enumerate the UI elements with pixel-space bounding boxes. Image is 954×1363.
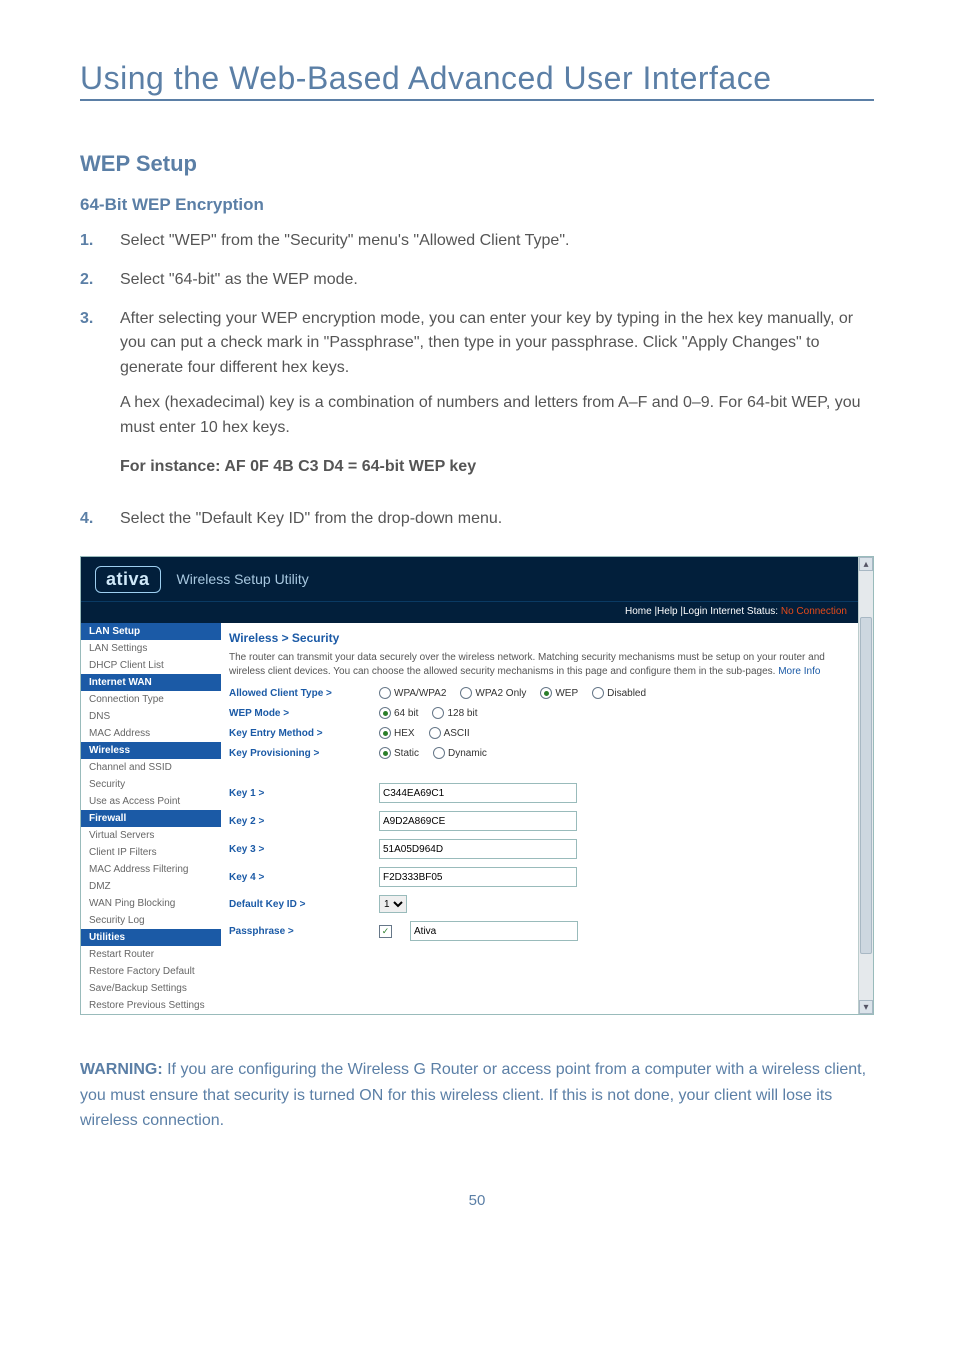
step-text: Select "64-bit" as the WEP mode. — [120, 268, 874, 293]
status-label: Internet Status: — [710, 606, 778, 617]
radio-wpa[interactable]: WPA/WPA2 — [379, 687, 446, 699]
radio-64bit[interactable]: 64 bit — [379, 707, 418, 719]
field-label: Key Entry Method > — [229, 728, 379, 739]
nav-item[interactable]: Restart Router — [81, 946, 221, 963]
scroll-thumb[interactable] — [860, 617, 872, 954]
step-text: Select "WEP" from the "Security" menu's … — [120, 229, 874, 254]
subsection-heading: 64-Bit WEP Encryption — [80, 195, 874, 215]
side-nav: LAN Setup LAN Settings DHCP Client List … — [81, 623, 221, 1014]
nav-item[interactable]: Connection Type — [81, 691, 221, 708]
router-header: ativa Wireless Setup Utility — [81, 557, 859, 601]
key4-input[interactable] — [379, 867, 577, 887]
nav-item[interactable]: MAC Address Filtering — [81, 861, 221, 878]
nav-item[interactable]: Restore Previous Settings — [81, 997, 221, 1014]
page-number: 50 — [80, 1192, 874, 1209]
field-label: Key Provisioning > — [229, 748, 379, 759]
scrollbar[interactable]: ▴ ▾ — [858, 557, 873, 1014]
radio-ascii[interactable]: ASCII — [429, 727, 470, 739]
nav-group: Wireless — [81, 742, 221, 759]
warning-paragraph: WARNING: If you are configuring the Wire… — [80, 1057, 874, 1134]
field-label: Key 3 > — [229, 844, 379, 855]
topbar-links[interactable]: Home |Help |Login — [625, 606, 707, 617]
radio-static[interactable]: Static — [379, 747, 419, 759]
step-number: 4. — [80, 507, 120, 532]
warning-text: If you are configuring the Wireless G Ro… — [80, 1061, 866, 1129]
nav-item[interactable]: DHCP Client List — [81, 657, 221, 674]
step-number: 2. — [80, 268, 120, 293]
field-label: WEP Mode > — [229, 708, 379, 719]
step-text: Select the "Default Key ID" from the dro… — [120, 507, 874, 532]
nav-item[interactable]: Virtual Servers — [81, 827, 221, 844]
nav-group: Firewall — [81, 810, 221, 827]
status-value: No Connection — [781, 606, 847, 617]
step-number: 1. — [80, 229, 120, 254]
default-key-select[interactable]: 1 — [379, 895, 407, 913]
top-subbar: Home |Help |Login Internet Status: No Co… — [81, 601, 859, 623]
field-label: Key 1 > — [229, 788, 379, 799]
radio-dynamic[interactable]: Dynamic — [433, 747, 487, 759]
nav-item[interactable]: Restore Factory Default — [81, 963, 221, 980]
key2-input[interactable] — [379, 811, 577, 831]
nav-item[interactable]: MAC Address — [81, 725, 221, 742]
field-label: Key 4 > — [229, 872, 379, 883]
field-label: Key 2 > — [229, 816, 379, 827]
key1-input[interactable] — [379, 783, 577, 803]
nav-item[interactable]: Security — [81, 776, 221, 793]
key3-input[interactable] — [379, 839, 577, 859]
radio-wep[interactable]: WEP — [540, 687, 578, 699]
utility-title: Wireless Setup Utility — [177, 571, 309, 587]
example-key-note: For instance: AF 0F 4B C3 D4 = 64-bit WE… — [120, 455, 874, 480]
main-panel: Wireless > Security The router can trans… — [221, 623, 859, 1014]
field-label: Default Key ID > — [229, 899, 379, 910]
section-heading: WEP Setup — [80, 151, 874, 177]
nav-item[interactable]: Channel and SSID — [81, 759, 221, 776]
nav-item[interactable]: Use as Access Point — [81, 793, 221, 810]
nav-item[interactable]: DNS — [81, 708, 221, 725]
router-ui-screenshot: ▴ ▾ ativa Wireless Setup Utility Home |H… — [80, 556, 874, 1015]
panel-description: The router can transmit your data secure… — [229, 651, 845, 679]
nav-item[interactable]: Security Log — [81, 912, 221, 929]
desc-text: The router can transmit your data secure… — [229, 652, 825, 677]
scroll-up-icon[interactable]: ▴ — [859, 557, 873, 571]
nav-item[interactable]: LAN Settings — [81, 640, 221, 657]
breadcrumb: Wireless > Security — [229, 631, 845, 645]
radio-wpa2only[interactable]: WPA2 Only — [460, 687, 526, 699]
scroll-down-icon[interactable]: ▾ — [859, 1000, 873, 1014]
radio-hex[interactable]: HEX — [379, 727, 415, 739]
nav-group: Internet WAN — [81, 674, 221, 691]
step-list: 1.Select "WEP" from the "Security" menu'… — [80, 229, 874, 532]
nav-item[interactable]: DMZ — [81, 878, 221, 895]
passphrase-checkbox[interactable] — [379, 925, 392, 938]
step-number: 3. — [80, 307, 120, 494]
nav-item[interactable]: Save/Backup Settings — [81, 980, 221, 997]
passphrase-input[interactable] — [410, 921, 578, 941]
more-info-link[interactable]: More Info — [778, 666, 820, 677]
brand-logo: ativa — [95, 566, 161, 593]
warning-label: WARNING: — [80, 1061, 163, 1078]
step-paragraph: A hex (hexadecimal) key is a combination… — [120, 391, 874, 441]
field-label: Allowed Client Type > — [229, 688, 379, 699]
nav-item[interactable]: WAN Ping Blocking — [81, 895, 221, 912]
step-text: After selecting your WEP encryption mode… — [120, 310, 853, 377]
radio-128bit[interactable]: 128 bit — [432, 707, 477, 719]
nav-item[interactable]: Client IP Filters — [81, 844, 221, 861]
field-label: Passphrase > — [229, 926, 379, 937]
nav-group: Utilities — [81, 929, 221, 946]
page-title: Using the Web-Based Advanced User Interf… — [80, 60, 874, 101]
radio-disabled[interactable]: Disabled — [592, 687, 646, 699]
nav-group: LAN Setup — [81, 623, 221, 640]
